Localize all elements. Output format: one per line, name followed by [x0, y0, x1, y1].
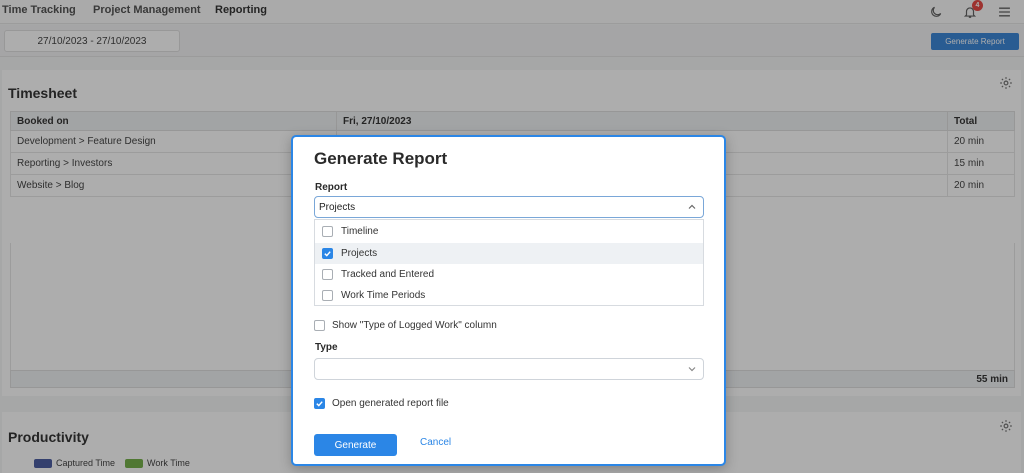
chevron-down-icon: [688, 367, 696, 372]
report-option-work-time-periods[interactable]: Work Time Periods: [315, 285, 703, 306]
check-icon: [324, 251, 331, 257]
report-field-label: Report: [315, 182, 348, 193]
chevron-up-icon: [688, 204, 696, 209]
option-label: Tracked and Entered: [341, 269, 435, 280]
report-option-projects[interactable]: Projects: [315, 243, 703, 264]
report-options-list: Timeline Projects Tracked and Entered Wo…: [314, 219, 704, 306]
open-file-label: Open generated report file: [332, 398, 449, 409]
type-field-label: Type: [315, 342, 338, 353]
report-option-timeline[interactable]: Timeline: [315, 221, 703, 242]
type-select[interactable]: [314, 358, 704, 380]
option-checkbox[interactable]: [322, 248, 333, 259]
dialog-title: Generate Report: [314, 149, 448, 168]
open-file-row[interactable]: Open generated report file: [307, 398, 449, 409]
open-file-checkbox[interactable]: [314, 398, 325, 409]
generate-button[interactable]: Generate: [314, 434, 397, 456]
cancel-button[interactable]: Cancel: [420, 437, 451, 448]
option-label: Timeline: [341, 226, 379, 237]
option-label: Projects: [341, 248, 378, 259]
check-icon: [316, 401, 323, 407]
option-checkbox[interactable]: [322, 290, 333, 301]
option-checkbox[interactable]: [322, 226, 333, 237]
generate-report-dialog: Generate Report Report Projects Timeline…: [291, 135, 726, 466]
option-checkbox[interactable]: [322, 269, 333, 280]
report-option-tracked-and-entered[interactable]: Tracked and Entered: [315, 264, 703, 285]
show-type-column-label: Show "Type of Logged Work" column: [332, 320, 497, 331]
report-select[interactable]: Projects: [314, 196, 704, 218]
report-select-value: Projects: [319, 202, 356, 213]
show-type-column-row[interactable]: Show "Type of Logged Work" column: [307, 320, 497, 331]
option-label: Work Time Periods: [341, 290, 426, 301]
show-type-column-checkbox[interactable]: [314, 320, 325, 331]
